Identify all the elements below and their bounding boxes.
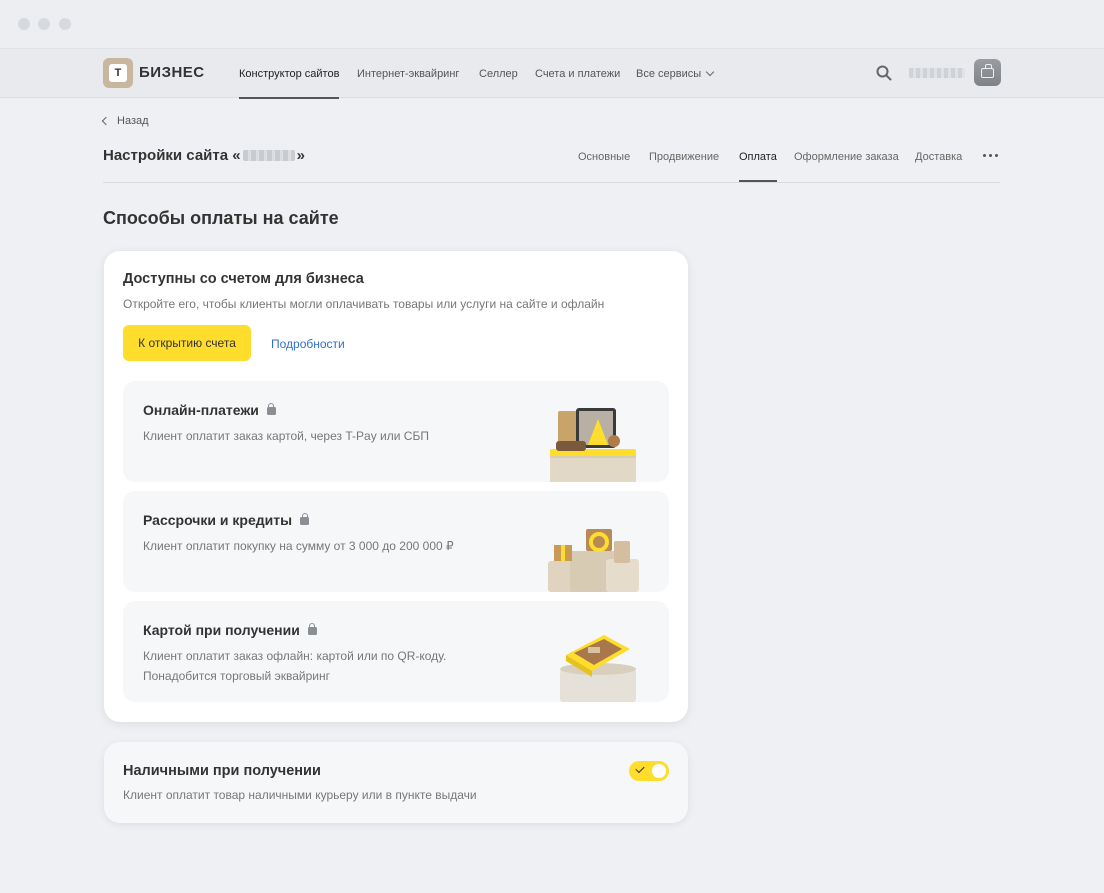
card-subtitle: Откройте его, чтобы клиенты могли оплачи… [123,297,605,311]
payment-method-online[interactable]: Онлайн-платежи Клиент оплатит заказ карт… [123,381,669,482]
payment-method-title-text: Онлайн-платежи [143,402,259,418]
nav-item-site-builder[interactable]: Конструктор сайтов [239,49,340,99]
top-header: Т БИЗНЕС Конструктор сайтов Интернет-экв… [0,48,1104,99]
user-name-redacted[interactable] [909,68,965,78]
nav-item-internet-acquiring[interactable]: Интернет-эквайринг [357,49,459,99]
more-icon[interactable] [983,154,999,158]
section-title: Способы оплаты на сайте [103,208,339,228]
cash-title: Наличными при получении [123,763,321,779]
back-link[interactable]: Назад [101,115,149,127]
tab-payment[interactable]: Оплата [739,138,777,182]
window-maximize-dot[interactable] [59,18,71,30]
open-account-button[interactable]: К открытию счета [123,325,251,361]
payment-method-title: Рассрочки и кредиты [143,512,310,528]
browser-chrome [0,0,1104,48]
payment-method-description: Клиент оплатит покупку на сумму от 3 000… [143,539,454,553]
payment-method-installments[interactable]: Рассрочки и кредиты Клиент оплатит покуп… [123,491,669,592]
payment-method-title-text: Рассрочки и кредиты [143,512,293,528]
nav-item-seller[interactable]: Селлер [479,49,518,99]
tab-general[interactable]: Основные [578,138,630,182]
payment-method-title: Картой при получении [143,622,317,638]
tabs-divider [103,182,1000,183]
payment-method-cash: Наличными при получении Клиент оплатит т… [104,742,688,823]
details-link[interactable]: Подробности [271,337,345,351]
briefcase-icon [981,64,994,78]
toggle-knob [652,764,666,778]
tab-delivery[interactable]: Доставка [915,138,962,182]
search-icon[interactable] [876,65,892,81]
back-label: Назад [117,115,149,127]
page-title: Настройки сайта « » [103,147,305,164]
payment-method-description: Клиент оплатит заказ картой, через T-Pay… [143,429,429,443]
nav-item-all-services[interactable]: Все сервисы [636,49,715,99]
avatar[interactable] [974,59,1001,86]
logo-mark: Т [109,64,127,82]
payment-method-card-on-delivery[interactable]: Картой при получении Клиент оплатит зака… [123,601,669,702]
online-payments-illustration-icon [550,408,636,482]
chevron-down-icon [705,67,715,77]
check-icon [635,763,645,774]
card-terminal-illustration-icon [560,635,636,702]
tab-checkout[interactable]: Оформление заказа [794,138,899,182]
logo-text[interactable]: БИЗНЕС [139,64,205,81]
site-name-redacted [242,150,295,161]
cash-description: Клиент оплатит товар наличными курьеру и… [123,788,477,802]
window-close-dot[interactable] [18,18,30,30]
payment-method-title: Онлайн-платежи [143,402,276,418]
lock-icon [307,623,317,635]
lock-icon [266,403,276,415]
cash-toggle[interactable] [629,761,669,781]
payment-method-title-text: Картой при получении [143,622,300,638]
page-title-prefix: Настройки сайта « [103,147,241,164]
installments-illustration-icon [548,529,639,592]
business-account-card: Доступны со счетом для бизнеса Откройте … [104,251,688,722]
lock-icon [300,513,310,525]
chevron-left-icon [101,116,111,126]
nav-item-accounts-payments[interactable]: Счета и платежи [535,49,620,99]
page-title-suffix: » [296,147,305,164]
logo-icon[interactable]: Т [103,58,133,88]
window-minimize-dot[interactable] [38,18,50,30]
payment-method-description: Клиент оплатит заказ офлайн: картой или … [143,649,447,683]
card-title: Доступны со счетом для бизнеса [123,271,364,287]
tab-promotion[interactable]: Продвижение [649,138,719,182]
